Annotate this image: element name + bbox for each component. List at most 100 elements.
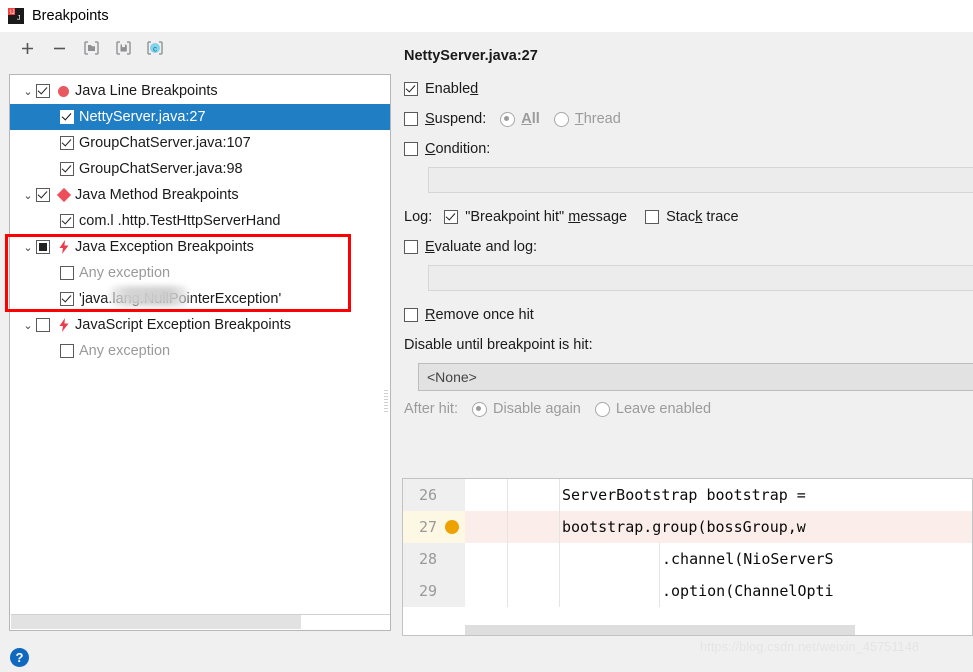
tree-item[interactable]: ⌄ JavaScript Exception Breakpoints [10, 312, 390, 338]
tree-item-label: 'java.lang.NullPointerException' [79, 291, 282, 307]
code-preview-panel[interactable]: 26 ServerBootstrap bootstrap = 27 bootstrap… [402, 478, 973, 636]
tree-item-checkbox[interactable] [60, 214, 74, 228]
tree-item[interactable]: ⌄ Java Method Breakpoints [10, 182, 390, 208]
save-group-icon[interactable] [110, 36, 136, 60]
window-title-bar: IJ J Breakpoints [0, 0, 973, 32]
evaluate-checkbox[interactable] [404, 240, 418, 254]
breakpoints-tree[interactable]: ⌄ Java Line Breakpoints NettyServer.java:2… [10, 78, 390, 364]
tree-item-label: Any exception [79, 265, 171, 281]
tree-horizontal-scroll-thumb[interactable] [11, 615, 301, 629]
remove-once-hit-checkbox[interactable] [404, 308, 418, 322]
disable-until-label: Disable until breakpoint is hit: [404, 337, 593, 353]
suspend-all-radio[interactable] [500, 111, 516, 127]
tree-item-checkbox[interactable] [60, 110, 74, 124]
code-line: 27 bootstrap.group(bossGroup,w [403, 511, 972, 543]
tree-item[interactable]: ⌄ Java Exception Breakpoints [10, 234, 390, 260]
tree-item[interactable]: com.l .http.TestHttpServerHand [10, 208, 390, 234]
condition-label: Condition: [425, 141, 491, 157]
exception-breakpoint-bolt-icon [55, 318, 72, 332]
code-line: 28 .channel(NioServerS [403, 543, 972, 575]
condition-row[interactable]: Condition: [404, 137, 973, 161]
tree-item-label: Any exception [79, 343, 171, 359]
watermark: https://blog.csdn.net/weixin_45751148 [700, 640, 920, 654]
chevron-down-icon[interactable]: ⌄ [20, 189, 36, 202]
tree-item-checkbox[interactable] [60, 344, 74, 358]
tree-horizontal-scrollbar[interactable] [11, 614, 390, 629]
window-title: Breakpoints [32, 8, 109, 24]
code-text: bootstrap.group(bossGroup,w [562, 518, 806, 536]
tree-item-checkbox[interactable] [36, 84, 50, 98]
copy-icon[interactable]: c [142, 36, 168, 60]
tree-item[interactable]: Any exception [10, 260, 390, 286]
code-gutter[interactable]: 27 [403, 511, 465, 543]
code-gutter[interactable]: 28 [403, 543, 465, 575]
tree-item-checkbox[interactable] [36, 318, 50, 332]
tree-item-label: NettyServer.java:27 [79, 109, 206, 125]
chevron-down-icon[interactable]: ⌄ [20, 241, 36, 254]
code-text: ServerBootstrap bootstrap = [562, 486, 806, 504]
remove-breakpoint-button[interactable] [46, 36, 72, 60]
tree-item-checkbox[interactable] [60, 162, 74, 176]
tree-item-checkbox[interactable] [60, 136, 74, 150]
evaluate-row[interactable]: Evaluate and log: [404, 235, 973, 259]
code-indent-column [508, 575, 560, 607]
tree-item[interactable]: Any exception [10, 338, 390, 364]
after-hit-disable-again-radio[interactable] [472, 401, 487, 417]
add-breakpoint-button[interactable] [14, 36, 40, 60]
after-hit-row[interactable]: After hit: Disable again Leave enabled [404, 397, 973, 421]
code-indent-column [508, 479, 560, 511]
tree-item-checkbox[interactable] [36, 188, 50, 202]
log-row[interactable]: Log: "Breakpoint hit" message Stack trac… [404, 205, 973, 229]
disable-until-dropdown[interactable]: <None> [418, 363, 973, 391]
breakpoints-tree-panel[interactable]: ⌄ Java Line Breakpoints NettyServer.java:2… [9, 74, 391, 631]
enabled-row[interactable]: Enabled [404, 77, 973, 101]
breakpoint-dot-icon[interactable] [445, 520, 459, 534]
tree-item-checkbox[interactable] [36, 240, 50, 254]
code-text: .option(ChannelOpti [662, 582, 834, 600]
code-line: 29 .option(ChannelOpti [403, 575, 972, 607]
tree-item-checkbox[interactable] [60, 292, 74, 306]
after-hit-leave-enabled-label: Leave enabled [615, 401, 712, 417]
tree-item-checkbox[interactable] [60, 266, 74, 280]
suspend-label: Suspend: [425, 111, 487, 127]
log-message-checkbox[interactable] [444, 210, 459, 224]
suspend-checkbox[interactable] [404, 112, 418, 126]
open-group-icon[interactable] [78, 36, 104, 60]
suspend-thread-label: Thread [574, 111, 621, 127]
after-hit-leave-enabled-radio[interactable] [594, 401, 610, 417]
tree-item[interactable]: NettyServer.java:27 [10, 104, 390, 130]
enabled-checkbox[interactable] [404, 82, 418, 96]
stack-trace-label: Stack trace [666, 209, 739, 225]
tree-item[interactable]: 'java.lang.NullPointerException' [10, 286, 390, 312]
code-indent-column [560, 543, 660, 575]
svg-text:c: c [153, 45, 157, 54]
code-fold-column [465, 511, 508, 543]
suspend-thread-radio[interactable] [553, 111, 569, 127]
condition-checkbox[interactable] [404, 142, 418, 156]
code-indent-column [508, 511, 560, 543]
line-breakpoint-dot-icon [55, 85, 72, 97]
condition-input[interactable] [428, 167, 973, 193]
help-button[interactable]: ? [10, 648, 29, 667]
code-indent-column [560, 575, 660, 607]
line-number: 28 [418, 550, 437, 568]
code-gutter[interactable]: 26 [403, 479, 465, 511]
tree-item[interactable]: ⌄ Java Line Breakpoints [10, 78, 390, 104]
suspend-row[interactable]: Suspend: All Thread [404, 107, 973, 131]
log-message-label: "Breakpoint hit" message [465, 209, 628, 225]
tree-scroll-marker [384, 390, 388, 412]
code-fold-column [465, 479, 508, 511]
tree-item[interactable]: GroupChatServer.java:98 [10, 156, 390, 182]
svg-text:J: J [17, 15, 21, 22]
enabled-label: Enabled [425, 81, 479, 97]
after-hit-disable-again-label: Disable again [493, 401, 581, 417]
evaluate-input[interactable] [428, 265, 973, 291]
chevron-down-icon[interactable]: ⌄ [20, 319, 36, 332]
remove-once-hit-label: Remove once hit [425, 307, 534, 323]
remove-once-hit-row[interactable]: Remove once hit [404, 303, 973, 327]
tree-item[interactable]: GroupChatServer.java:107 [10, 130, 390, 156]
chevron-down-icon[interactable]: ⌄ [20, 85, 36, 98]
tree-item-label: Java Line Breakpoints [75, 83, 218, 99]
stack-trace-checkbox[interactable] [645, 210, 660, 224]
code-gutter[interactable]: 29 [403, 575, 465, 607]
